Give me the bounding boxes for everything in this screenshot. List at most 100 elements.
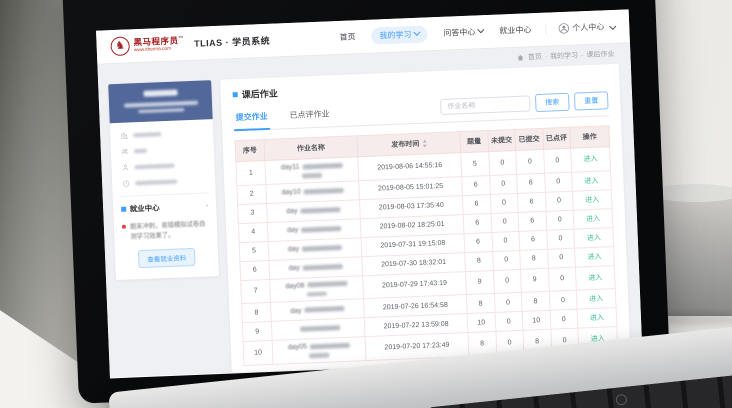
breadcrumb-my-learning[interactable]: 我的学习 — [550, 50, 584, 61]
cell-submitted: 0 — [516, 149, 544, 174]
nav-menu: 首页 我的学习 问答中心 就业中心 — [339, 21, 532, 46]
cell-question-count: 10 — [467, 312, 495, 332]
blurred-name-bar — [304, 306, 344, 313]
page-content: 首页 我的学习 课后作业 — [97, 43, 642, 377]
nav-item-qa-center[interactable]: 问答中心 — [443, 26, 483, 39]
cell-reviewed: 0 — [548, 267, 576, 292]
blurred-student-name — [143, 90, 177, 97]
header-seq: 序号 — [235, 140, 265, 162]
cell-question-count: 8 — [465, 251, 493, 271]
breadcrumb-home[interactable]: 首页 — [528, 52, 548, 63]
enter-link[interactable]: 进入 — [590, 315, 604, 323]
cell-submitted: 6 — [517, 192, 545, 212]
header-submitted: 已提交 — [515, 128, 543, 150]
sort-icon[interactable] — [422, 140, 426, 148]
user-menu[interactable]: 个人中心 — [545, 21, 615, 35]
cell-seq: 8 — [242, 302, 272, 322]
cell-action: 进入 — [574, 227, 614, 248]
chevron-right-icon: › — [206, 202, 209, 209]
cell-submitted: 6 — [518, 211, 546, 231]
job-notice: 期末冲刺，易错模拟试卷自测学习效果了。 — [114, 218, 218, 249]
cell-seq: 10 — [243, 340, 273, 365]
cell-seq: 6 — [240, 260, 270, 280]
enter-link[interactable]: 进入 — [588, 274, 602, 282]
cell-submitted: 6 — [519, 230, 547, 250]
cell-not-submitted: 0 — [490, 193, 518, 213]
user-menu-label: 个人中心 — [572, 21, 604, 33]
brand-name: 黑马程序员 — [133, 35, 178, 47]
tab-submit-homework[interactable]: 提交作业 — [233, 108, 270, 131]
enter-link[interactable]: 进入 — [583, 156, 597, 164]
chevron-down-icon — [477, 26, 484, 33]
cell-reviewed: 0 — [547, 248, 575, 268]
cell-submitted: 8 — [521, 291, 549, 311]
cell-not-submitted: 0 — [493, 269, 521, 294]
blurred-name-bar — [302, 245, 342, 252]
cell-action: 进入 — [572, 170, 612, 191]
cell-seq: 1 — [236, 161, 266, 186]
reset-button[interactable]: 重置 — [574, 91, 609, 110]
blurred-name-bar — [300, 325, 340, 332]
blurred-name-bar — [302, 163, 342, 170]
search-toolbar: 搜索 重置 — [440, 91, 609, 116]
student-profile-header — [108, 80, 212, 123]
enter-link[interactable]: 进入 — [586, 215, 600, 223]
header-not-submitted: 未提交 — [487, 129, 515, 151]
blurred-name-bar — [300, 207, 340, 214]
enter-link[interactable]: 进入 — [587, 253, 601, 261]
cell-action: 进入 — [576, 289, 616, 310]
cell-not-submitted: 0 — [491, 231, 519, 251]
users-icon — [121, 148, 129, 156]
cell-not-submitted: 0 — [492, 250, 520, 270]
header-question-count: 题量 — [460, 131, 488, 153]
brand-logo[interactable]: ♞ 黑马程序员™ www.itheima.com — [110, 34, 184, 56]
cell-question-count: 6 — [463, 213, 491, 233]
cell-action: 进入 — [577, 308, 617, 329]
tab-reviewed-homework[interactable]: 已点评作业 — [287, 105, 332, 128]
nav-item-home[interactable]: 首页 — [339, 31, 355, 43]
cell-seq: 4 — [238, 222, 268, 242]
cell-seq: 7 — [241, 279, 271, 304]
building-icon — [120, 132, 128, 140]
nav-item-job-center[interactable]: 就业中心 — [499, 24, 531, 36]
blurred-name-bar — [304, 188, 344, 195]
view-job-materials-button[interactable]: 查看就业资料 — [138, 247, 196, 267]
cell-submitted: 9 — [520, 268, 548, 293]
assignment-name-input[interactable] — [440, 95, 531, 115]
cell-reviewed: 0 — [543, 148, 571, 173]
search-button[interactable]: 搜索 — [535, 93, 570, 112]
enter-link[interactable]: 进入 — [585, 196, 599, 204]
clock-icon — [122, 179, 130, 187]
horse-logo-icon: ♞ — [110, 36, 130, 56]
enter-link[interactable]: 进入 — [584, 177, 598, 185]
home-icon — [517, 54, 525, 62]
cell-question-count: 9 — [465, 270, 493, 295]
info-row-teacher — [121, 160, 204, 171]
enter-link[interactable]: 进入 — [587, 234, 601, 242]
photo-scene: ♞ 黑马程序员™ www.itheima.com TLIAS · 学员系统 首页… — [0, 0, 732, 408]
blurred-name-bar — [301, 226, 341, 233]
trademark-symbol: ™ — [178, 36, 184, 42]
cell-assignment-name: day05 — [272, 337, 366, 364]
laptop-screen: ♞ 黑马程序员™ www.itheima.com TLIAS · 学员系统 首页… — [96, 9, 643, 378]
student-info-list — [110, 119, 216, 196]
nav-item-my-learning[interactable]: 我的学习 — [371, 25, 428, 44]
cell-seq: 2 — [237, 184, 267, 204]
blurred-name-bar — [310, 342, 350, 349]
cell-question-count: 6 — [464, 232, 492, 252]
user-avatar-icon — [558, 23, 569, 34]
cell-not-submitted: 0 — [491, 212, 519, 232]
blurred-class-info-line1 — [123, 101, 197, 107]
cell-submitted: 8 — [520, 249, 548, 269]
cell-action: 进入 — [572, 189, 612, 210]
info-row-class — [121, 144, 204, 155]
cell-reviewed: 0 — [550, 309, 578, 329]
cell-seq: 3 — [238, 203, 268, 223]
enter-link[interactable]: 进入 — [589, 296, 603, 304]
blurred-class-info-line2 — [138, 108, 184, 113]
student-sidebar: 就业中心 › 期末冲刺，易错模拟试卷自测学习效果了。 查看就业资料 — [108, 80, 219, 279]
cell-action: 进入 — [573, 208, 613, 229]
chevron-down-icon — [413, 29, 420, 36]
blurred-value — [134, 163, 174, 169]
blue-square-bullet — [121, 207, 126, 212]
